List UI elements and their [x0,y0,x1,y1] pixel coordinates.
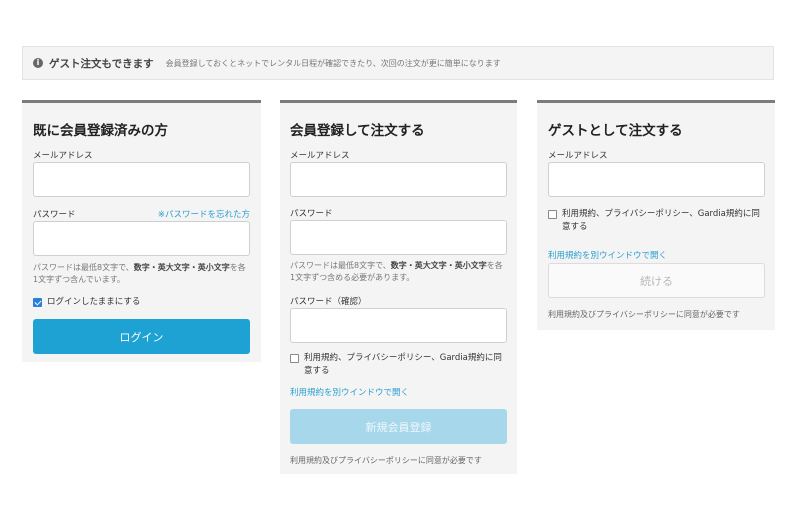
register-email-input[interactable] [290,162,507,197]
guest-email-label: メールアドレス [548,151,608,161]
register-consent-note: 利用規約及びプライバシーポリシーに同意が必要です [290,456,482,465]
hint-bold: 数字・英大文字・英小文字 [133,263,230,272]
register-button[interactable]: 新規会員登録 [290,409,507,444]
login-card: 既に会員登録済みの方 メールアドレス パスワード ※パスワードを忘れた方 パスワ… [22,100,261,362]
login-password-hint: パスワードは最低8文字で、数字・英大文字・英小文字を各1文字ずつ含んでいます。 [33,262,250,286]
login-password-input[interactable] [33,221,250,256]
register-terms-label[interactable]: 利用規約、プライバシーポリシー、Gardia規約に同意する [304,352,504,378]
guest-email-input[interactable] [548,162,765,197]
forgot-password-link[interactable]: ※パスワードを忘れた方 [158,208,250,220]
guest-consent-note: 利用規約及びプライバシーポリシーに同意が必要です [548,310,740,319]
hint-prefix: パスワードは最低8文字で、 [33,263,134,272]
guest-terms-label[interactable]: 利用規約、プライバシーポリシー、Gardia規約に同意する [562,208,762,234]
info-icon: i [33,58,43,68]
remember-me-label[interactable]: ログインしたままにする [47,296,140,309]
register-email-label: メールアドレス [290,151,350,161]
notice-title: ゲスト注文もできます [49,57,154,70]
login-title: 既に会員登録済みの方 [33,123,168,139]
register-terms-link[interactable]: 利用規約を別ウインドウで開く [290,386,409,398]
login-password-label: パスワード [33,210,76,220]
register-password-input[interactable] [290,220,507,255]
login-button[interactable]: ログイン [33,319,250,354]
login-email-input[interactable] [33,162,250,197]
guest-continue-button[interactable]: 続ける [548,263,765,298]
remember-me-checkbox[interactable] [33,298,42,307]
register-terms-checkbox[interactable] [290,354,299,363]
guest-card: ゲストとして注文する メールアドレス 利用規約、プライバシーポリシー、Gardi… [537,100,775,330]
guest-terms-link[interactable]: 利用規約を別ウインドウで開く [548,249,667,261]
register-password-label: パスワード [290,209,333,219]
hint-prefix: パスワードは最低8文字で、 [290,261,391,270]
guest-title: ゲストとして注文する [548,123,683,139]
register-title: 会員登録して注文する [290,123,425,139]
login-email-label: メールアドレス [33,151,93,161]
register-confirm-input[interactable] [290,308,507,343]
register-card: 会員登録して注文する メールアドレス パスワード パスワードは最低8文字で、数字… [280,100,517,474]
register-confirm-label: パスワード（確認） [290,297,367,307]
guest-order-notice: i ゲスト注文もできます 会員登録しておくとネットでレンタル日程が確認できたり、… [22,46,774,80]
hint-bold: 数字・英大文字・英小文字 [390,261,487,270]
guest-terms-checkbox[interactable] [548,210,557,219]
notice-text: 会員登録しておくとネットでレンタル日程が確認できたり、次回の注文が更に簡単になり… [165,58,501,68]
register-password-hint: パスワードは最低8文字で、数字・英大文字・英小文字を各1文字ずつ含める必要があり… [290,260,507,284]
